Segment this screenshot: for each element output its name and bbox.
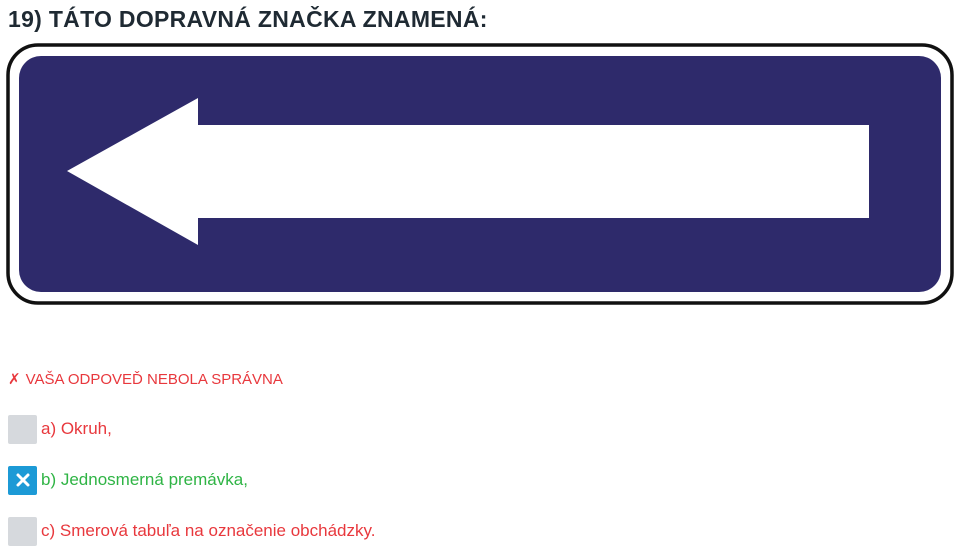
answer-option-c[interactable]: c) Smerová tabuľa na označenie obchádzky… — [8, 516, 376, 546]
one-way-arrow-sign-icon — [6, 43, 954, 305]
feedback-text: VAŠA ODPOVEĎ NEBOLA SPRÁVNA — [25, 371, 283, 388]
traffic-sign-image — [6, 43, 954, 305]
answer-label-c: c) Smerová tabuľa na označenie obchádzky… — [41, 521, 376, 540]
answer-checkbox-b[interactable] — [8, 465, 37, 495]
question-title: 19) TÁTO DOPRAVNÁ ZNAČKA ZNAMENÁ: — [8, 6, 488, 32]
answer-label-a: a) Okruh, — [41, 419, 112, 438]
answer-option-b[interactable]: b) Jednosmerná premávka, — [8, 465, 248, 495]
answer-checkbox-c[interactable] — [8, 516, 37, 546]
answer-label-b: b) Jednosmerná premávka, — [41, 470, 248, 489]
answer-feedback: ✗ VAŠA ODPOVEĎ NEBOLA SPRÁVNA — [8, 370, 283, 388]
wrong-mark-icon: ✗ — [8, 371, 21, 388]
answer-checkbox-a[interactable] — [8, 414, 37, 444]
close-x-icon — [16, 473, 29, 487]
answer-option-a[interactable]: a) Okruh, — [8, 414, 112, 444]
